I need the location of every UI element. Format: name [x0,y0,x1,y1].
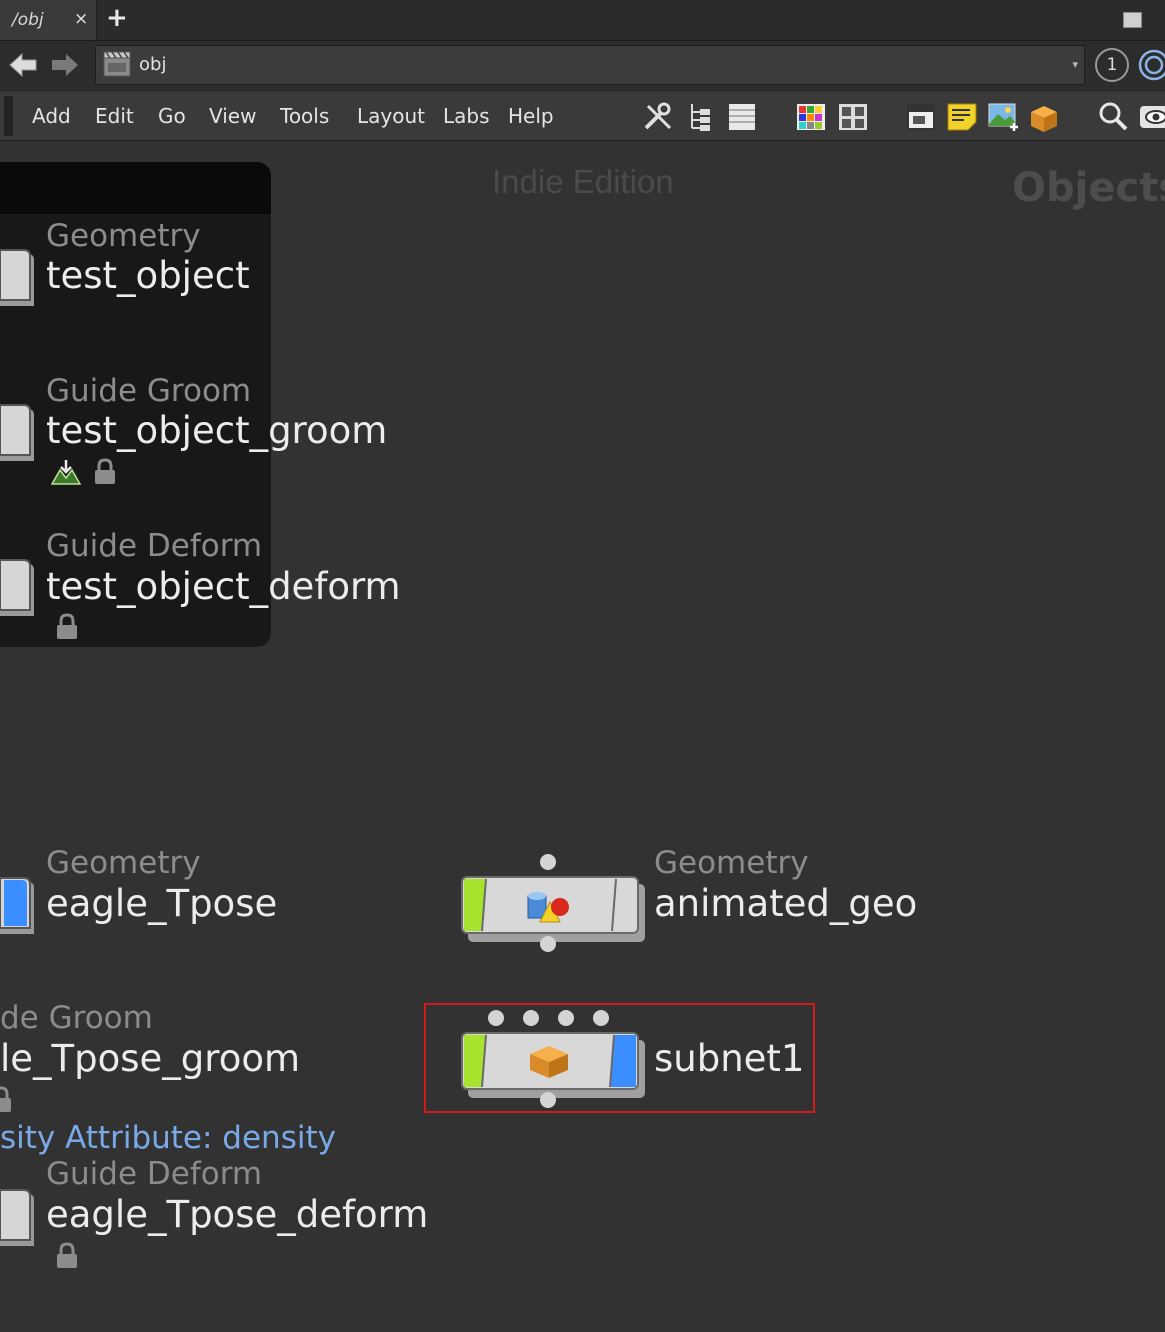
attribute-label: sity Attribute: density [0,1120,336,1156]
menu-help[interactable]: Help [508,104,554,128]
path-field[interactable]: obj ▾ [95,45,1085,85]
input-connector[interactable] [593,1010,609,1026]
input-connector[interactable] [523,1010,539,1026]
shape-palette-icon[interactable] [837,100,869,132]
menu-edit[interactable]: Edit [95,104,134,128]
maximize-icon[interactable] [1123,12,1142,28]
search-icon[interactable] [1097,100,1129,132]
back-arrow-icon[interactable] [8,51,38,79]
node-test-object-deform-body[interactable] [0,558,34,616]
edition-watermark: Indie Edition [492,163,674,200]
sticky-note-icon[interactable] [946,100,978,132]
node-test-object-groom-body[interactable] [0,403,34,461]
node-name-label[interactable]: animated_geo [654,882,917,925]
node-name-label[interactable]: test_object_groom [46,409,387,452]
node-type-label: de Groom [0,1000,153,1036]
tab-label: /obj [12,10,44,30]
node-subnet1-body[interactable] [460,1030,645,1102]
display-icon [51,460,81,485]
input-connector[interactable] [558,1010,574,1026]
menu-labs[interactable]: Labs [443,104,490,128]
subnet-icon[interactable] [1028,100,1060,132]
menu-bar: Add Edit Go View Tools Layout Labs Help [0,92,1165,141]
obj-network-icon [103,51,131,77]
menu-view[interactable]: View [209,104,256,128]
input-connector[interactable] [540,854,556,870]
tab-bar: /obj × + [0,0,1165,41]
node-eagle-tpose-deform-body[interactable] [0,1188,34,1246]
node-name-label[interactable]: le_Tpose_groom [0,1037,300,1080]
lock-icon [0,1086,11,1112]
node-name-label[interactable]: test_object [46,254,250,297]
output-connector[interactable] [540,936,556,952]
viewport-count-button[interactable]: 1 [1095,48,1129,82]
chevron-down-icon[interactable]: ▾ [1072,58,1078,71]
node-type-label: Geometry [654,845,809,881]
toolbar-handle[interactable] [4,96,13,136]
wrench-icon[interactable] [642,100,674,132]
menu-layout[interactable]: Layout [357,104,425,128]
add-tab-button[interactable]: + [106,4,128,32]
path-bar: obj ▾ 1 [0,41,1165,91]
target-icon[interactable] [1138,49,1165,81]
menu-tools[interactable]: Tools [280,104,329,128]
context-label: Objects [1012,165,1165,211]
tab-obj[interactable]: /obj × [0,0,97,40]
lock-icon [95,458,115,484]
forward-arrow-icon[interactable] [50,51,80,79]
color-palette-icon[interactable] [795,100,827,132]
network-box-icon[interactable] [905,100,937,132]
close-icon[interactable]: × [74,9,88,29]
node-type-label: Guide Deform [46,528,263,564]
lock-icon [57,613,77,639]
node-animated-geo-body[interactable] [460,874,645,946]
input-connector[interactable] [488,1010,504,1026]
tree-icon[interactable] [686,100,718,132]
node-test-object-body[interactable] [0,248,34,306]
node-type-label: Guide Groom [46,373,252,409]
menu-go[interactable]: Go [158,104,186,128]
path-text: obj [139,54,167,75]
lock-icon [57,1242,77,1268]
node-name-label[interactable]: test_object_deform [46,565,401,608]
node-type-label: Geometry [46,845,201,881]
network-box-header[interactable] [0,162,271,214]
output-connector[interactable] [540,1092,556,1108]
background-image-icon[interactable] [987,100,1019,132]
node-name-label[interactable]: subnet1 [654,1037,804,1080]
eye-icon[interactable] [1138,100,1165,132]
menu-add[interactable]: Add [32,104,71,128]
node-type-label: Geometry [46,218,201,254]
node-eagle-tpose-body[interactable] [0,876,34,934]
node-name-label[interactable]: eagle_Tpose_deform [46,1193,428,1236]
list-icon[interactable] [726,100,758,132]
node-name-label[interactable]: eagle_Tpose [46,882,277,925]
node-type-label: Guide Deform [46,1156,263,1192]
